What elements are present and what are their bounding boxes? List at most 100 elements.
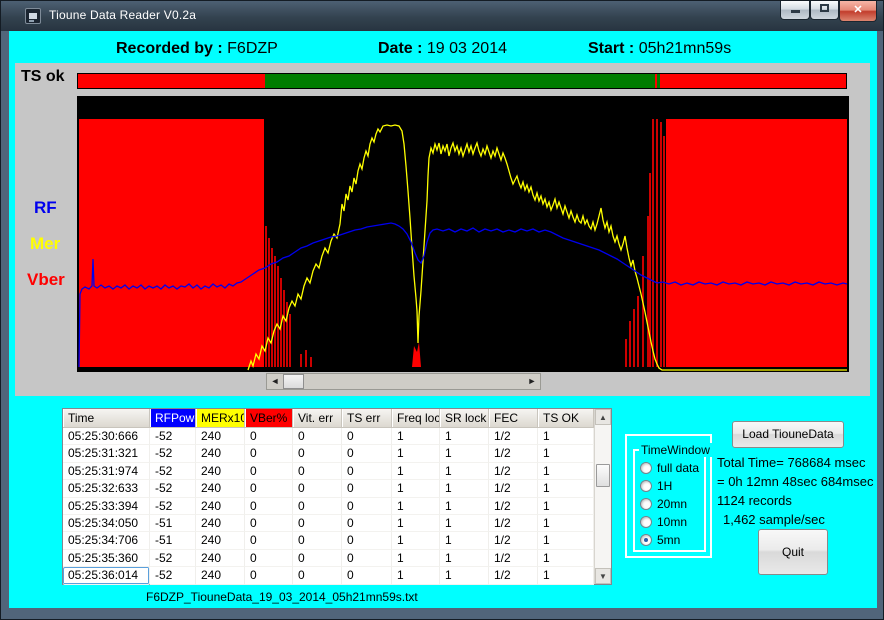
table-cell[interactable]: -51: [150, 532, 196, 549]
table-cell[interactable]: 05:25:34:706: [63, 532, 150, 549]
table-cell[interactable]: 240: [196, 515, 245, 532]
table-cell[interactable]: 1/2: [489, 498, 538, 515]
chart-horizontal-scrollbar[interactable]: ◄ ►: [266, 373, 541, 390]
table-cell[interactable]: 1: [392, 515, 440, 532]
table-cell[interactable]: 1/2: [489, 550, 538, 567]
table-cell[interactable]: 05:25:32:633: [63, 480, 150, 497]
table-cell[interactable]: 240: [196, 567, 245, 584]
table-cell[interactable]: 0: [342, 515, 392, 532]
radio-icon[interactable]: [640, 462, 652, 474]
table-cell[interactable]: 1: [538, 498, 594, 515]
scroll-left-arrow-icon[interactable]: ◄: [267, 374, 283, 389]
table-cell[interactable]: 1: [392, 532, 440, 549]
scroll-up-arrow-icon[interactable]: ▲: [595, 409, 611, 425]
table-cell[interactable]: 1: [538, 515, 594, 532]
table-cell[interactable]: 0: [245, 550, 293, 567]
table-cell[interactable]: 1: [538, 532, 594, 549]
table-cell[interactable]: 1: [392, 498, 440, 515]
column-header[interactable]: Vit. err: [293, 409, 342, 427]
table-cell[interactable]: 0: [245, 515, 293, 532]
table-cell[interactable]: 1/2: [489, 463, 538, 480]
table-cell[interactable]: 0: [342, 498, 392, 515]
table-cell[interactable]: 1: [440, 428, 489, 445]
table-cell[interactable]: 0: [293, 567, 342, 584]
table-cell[interactable]: -52: [150, 550, 196, 567]
table-cell[interactable]: 1: [538, 463, 594, 480]
table-cell[interactable]: 05:25:36:014: [63, 567, 150, 584]
column-header[interactable]: TS err: [342, 409, 392, 427]
radio-icon[interactable]: [640, 498, 652, 510]
table-cell[interactable]: 0: [342, 567, 392, 584]
time-window-option-20mn[interactable]: 20mn: [640, 497, 687, 511]
table-cell[interactable]: 1/2: [489, 567, 538, 584]
table-cell[interactable]: 0: [342, 532, 392, 549]
table-cell[interactable]: 1: [538, 480, 594, 497]
table-cell[interactable]: 1: [392, 550, 440, 567]
table-cell[interactable]: 1: [440, 550, 489, 567]
table-row[interactable]: 05:25:32:633-52240000111/21: [63, 480, 611, 497]
time-window-option-10mn[interactable]: 10mn: [640, 515, 687, 529]
minimize-button[interactable]: [780, 1, 810, 20]
table-row[interactable]: 05:25:34:050-51240000111/21: [63, 515, 611, 532]
table-cell[interactable]: 0: [293, 532, 342, 549]
table-cell[interactable]: 240: [196, 428, 245, 445]
table-cell[interactable]: 05:25:35:360: [63, 550, 150, 567]
column-header[interactable]: Time: [63, 409, 150, 427]
column-header[interactable]: RFPower: [150, 409, 196, 427]
title-bar[interactable]: Tioune Data Reader V0.2a ✕: [1, 1, 883, 31]
column-header[interactable]: Freq lock: [392, 409, 440, 427]
table-cell[interactable]: 0: [342, 428, 392, 445]
table-cell[interactable]: 1: [440, 567, 489, 584]
table-cell[interactable]: 05:25:34:050: [63, 515, 150, 532]
table-cell[interactable]: 1: [538, 567, 594, 584]
maximize-button[interactable]: [810, 1, 839, 20]
table-cell[interactable]: 1: [392, 567, 440, 584]
table-row[interactable]: 05:25:36:014-52240000111/21: [63, 567, 611, 584]
column-header[interactable]: MERx10: [196, 409, 245, 427]
table-cell[interactable]: 1: [440, 515, 489, 532]
table-cell[interactable]: 0: [293, 463, 342, 480]
table-cell[interactable]: -52: [150, 498, 196, 515]
table-cell[interactable]: 240: [196, 532, 245, 549]
table-cell[interactable]: 1: [392, 445, 440, 462]
table-cell[interactable]: 0: [245, 498, 293, 515]
table-cell[interactable]: 1: [440, 498, 489, 515]
vertical-scroll-thumb[interactable]: [596, 464, 610, 487]
table-cell[interactable]: 1/2: [489, 428, 538, 445]
table-cell[interactable]: -51: [150, 515, 196, 532]
table-cell[interactable]: 0: [245, 445, 293, 462]
table-cell[interactable]: 1: [538, 445, 594, 462]
table-cell[interactable]: 05:25:33:394: [63, 498, 150, 515]
table-cell[interactable]: 0: [293, 550, 342, 567]
table-cell[interactable]: 240: [196, 445, 245, 462]
time-window-option-full-data[interactable]: full data: [640, 461, 699, 475]
table-cell[interactable]: 05:25:31:321: [63, 445, 150, 462]
table-cell[interactable]: 240: [196, 550, 245, 567]
table-cell[interactable]: -52: [150, 428, 196, 445]
table-cell[interactable]: 0: [293, 480, 342, 497]
table-cell[interactable]: 240: [196, 498, 245, 515]
table-cell[interactable]: 240: [196, 463, 245, 480]
table-vertical-scrollbar[interactable]: ▲ ▼: [594, 409, 611, 584]
radio-icon[interactable]: [640, 480, 652, 492]
table-cell[interactable]: 1/2: [489, 532, 538, 549]
table-cell[interactable]: 1/2: [489, 480, 538, 497]
load-tiounedata-button[interactable]: Load TiouneData: [732, 421, 844, 448]
table-cell[interactable]: 0: [342, 480, 392, 497]
table-cell[interactable]: -52: [150, 463, 196, 480]
time-window-option-1H[interactable]: 1H: [640, 479, 672, 493]
table-cell[interactable]: 0: [342, 463, 392, 480]
table-cell[interactable]: 1: [440, 463, 489, 480]
table-cell[interactable]: 1: [392, 428, 440, 445]
table-row[interactable]: 05:25:34:706-51240000111/21: [63, 532, 611, 549]
table-cell[interactable]: 05:25:30:666: [63, 428, 150, 445]
table-cell[interactable]: 1: [538, 428, 594, 445]
table-row[interactable]: 05:25:35:360-52240000111/21: [63, 550, 611, 567]
table-cell[interactable]: -52: [150, 567, 196, 584]
radio-icon[interactable]: [640, 534, 652, 546]
horizontal-scroll-thumb[interactable]: [283, 374, 304, 389]
table-cell[interactable]: 240: [196, 480, 245, 497]
table-row[interactable]: 05:25:31:321-52240000111/21: [63, 445, 611, 462]
table-cell[interactable]: 0: [293, 498, 342, 515]
table-cell[interactable]: 05:25:31:974: [63, 463, 150, 480]
